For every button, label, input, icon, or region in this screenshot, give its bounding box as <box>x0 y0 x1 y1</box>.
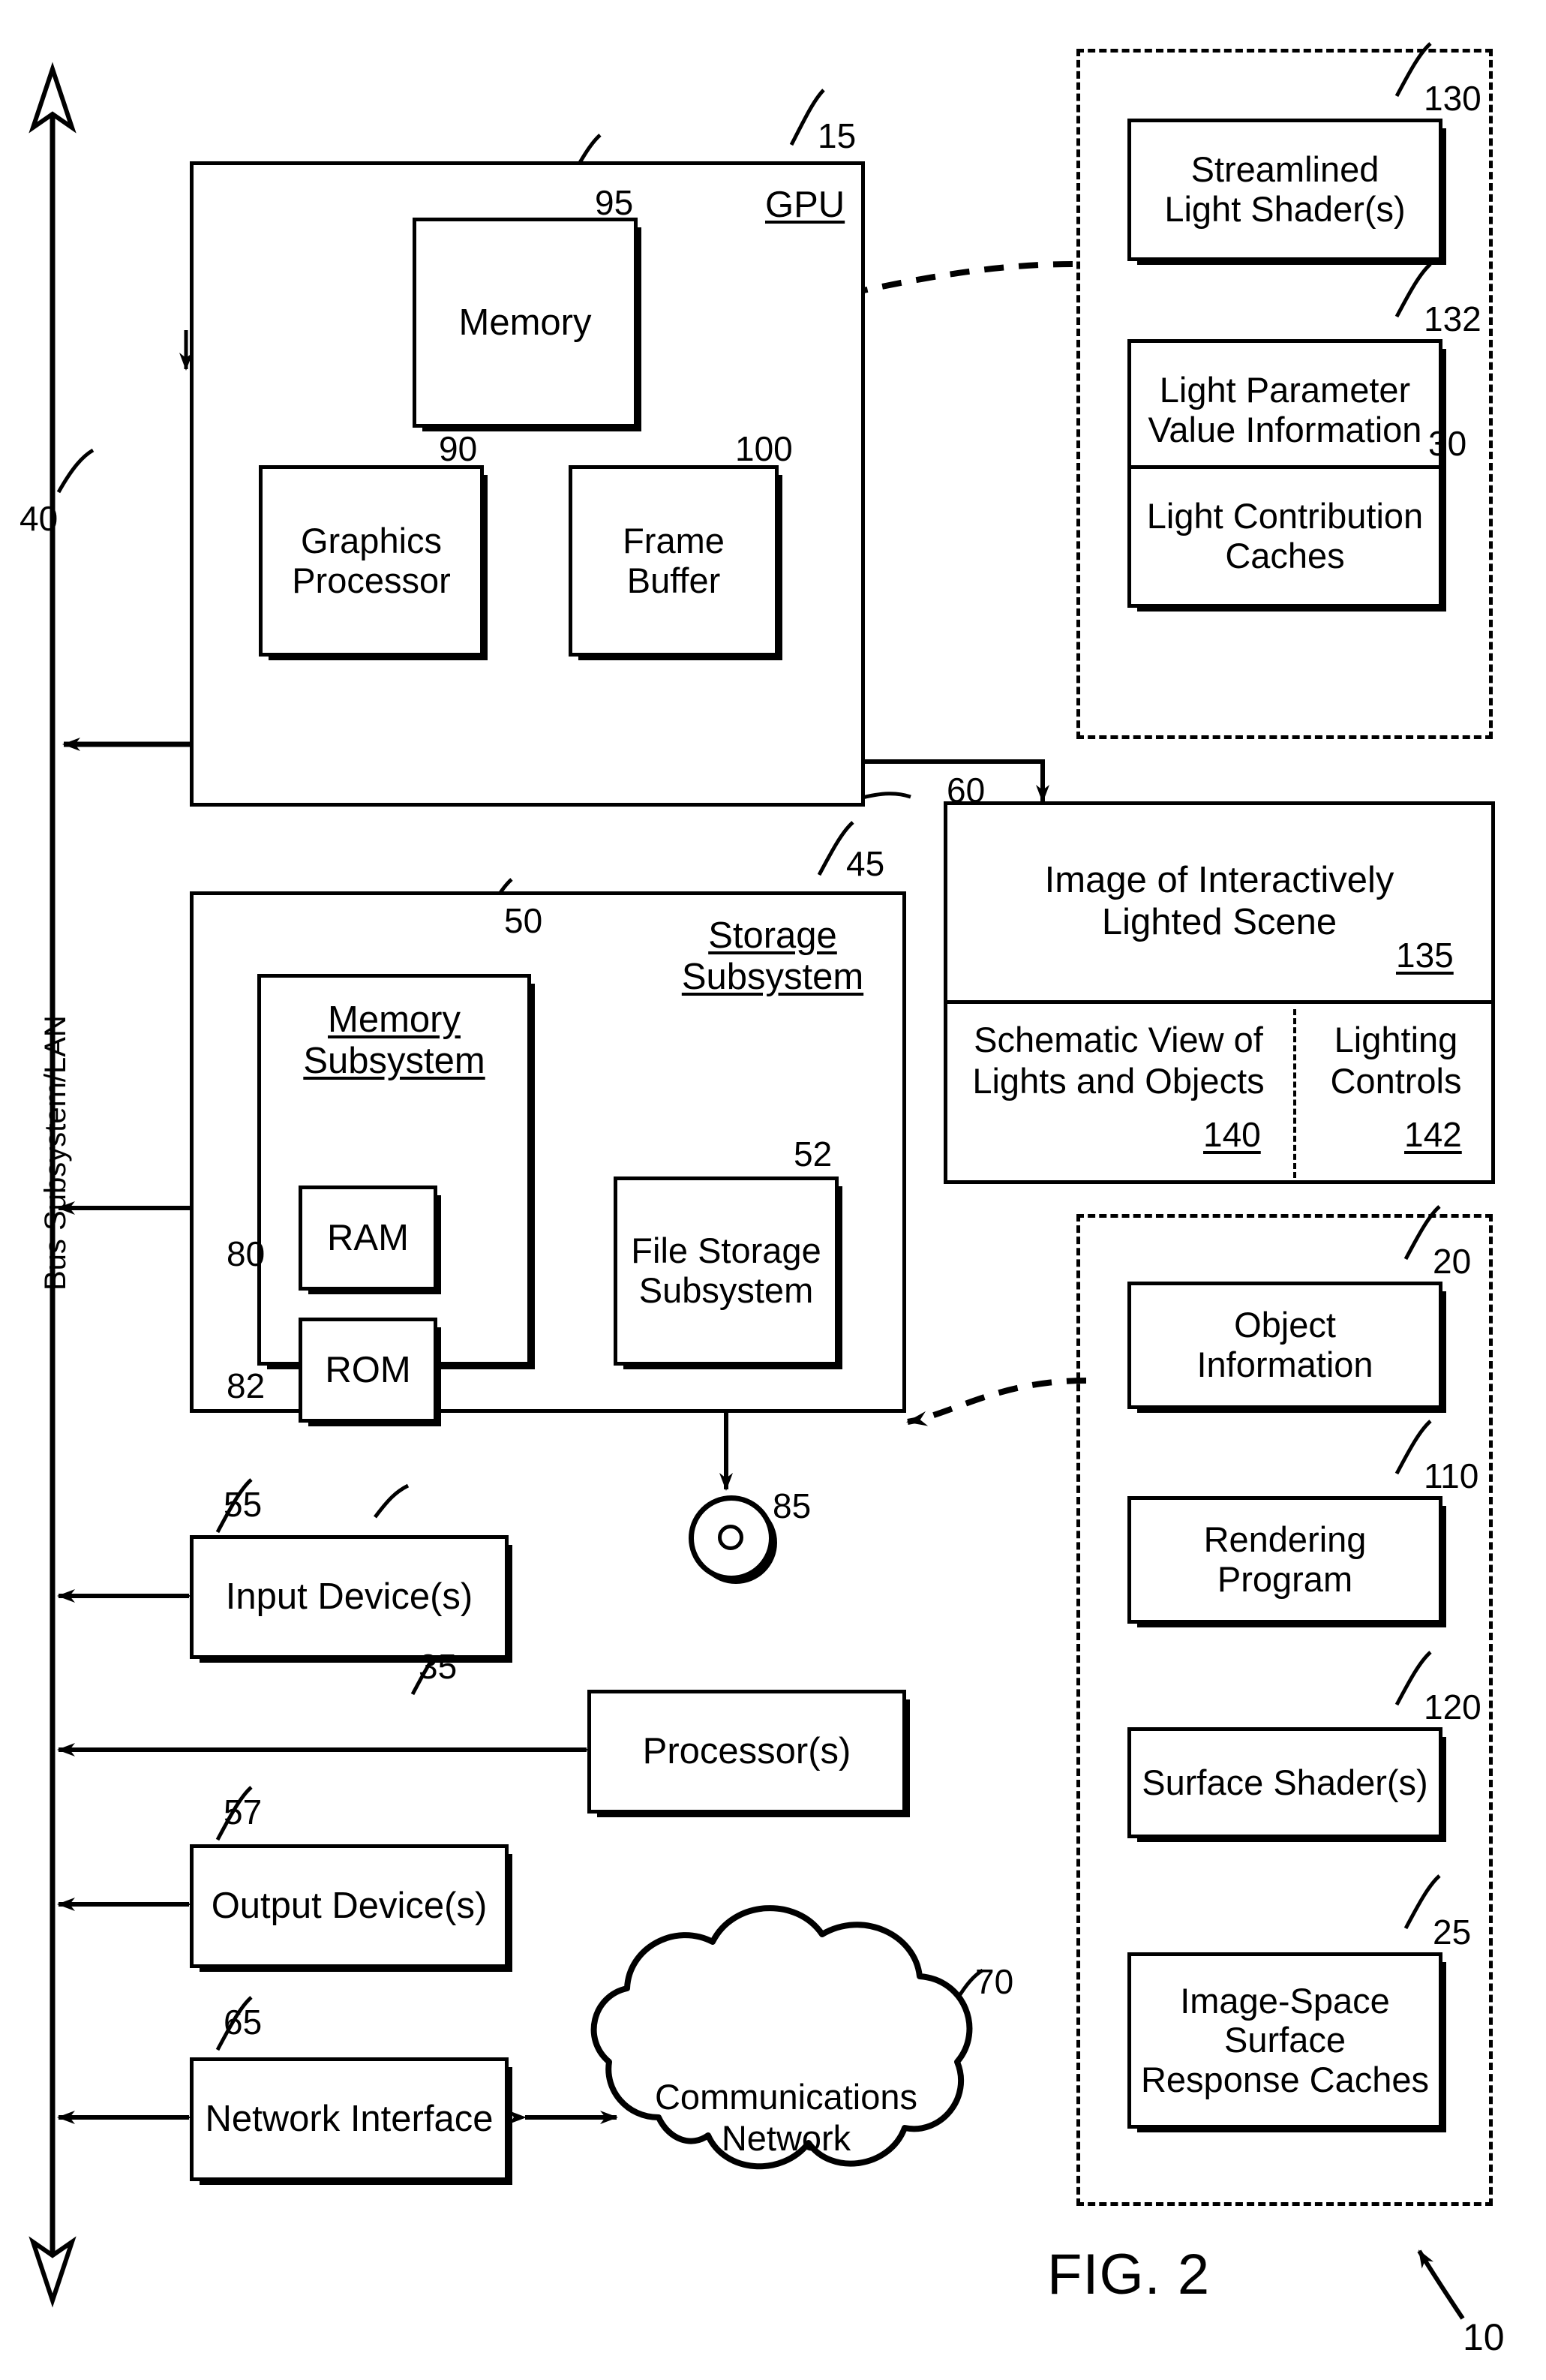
output-devices-label: Output Device(s) <box>211 1886 488 1927</box>
ref-rendering-program: 110 <box>1424 1456 1479 1495</box>
graphics-processor-label: Graphics Processor <box>292 520 451 600</box>
memory-subsystem-title: Memory Subsystem <box>303 999 485 1081</box>
lighting-controls-pane: Lighting Controls <box>1298 1011 1494 1109</box>
communications-network-label: Communications Network <box>654 2077 918 2158</box>
storage-association <box>906 1378 1087 1426</box>
ref-network-interface: 65 <box>224 2003 263 2042</box>
scene-label: Image of Interactively Lighted Scene <box>1044 859 1394 942</box>
input-devices-box: Input Device(s) <box>190 1535 509 1659</box>
file-storage-subsystem-label: File Storage Subsystem <box>631 1231 821 1310</box>
system-ref-arrow <box>1417 2249 1465 2320</box>
ref-file-storage-subsystem: 52 <box>794 1134 833 1173</box>
ram-box: RAM <box>299 1185 437 1291</box>
ref-communications-network: 70 <box>975 1962 1014 2001</box>
removable-media-hub <box>718 1525 743 1550</box>
lighting-controls-label: Lighting Controls <box>1330 1020 1462 1101</box>
graphics-processor-box: Graphics Processor <box>259 465 484 657</box>
frame-buffer-label: Frame Buffer <box>623 520 725 600</box>
output-devices-box: Output Device(s) <box>190 1844 509 1968</box>
ref-gpu: 15 <box>818 116 857 155</box>
network-interface-label: Network Interface <box>205 2099 494 2140</box>
ref-memory-subsystem: 50 <box>504 901 543 940</box>
rom-label: ROM <box>325 1349 411 1390</box>
ref-streamlined-light-shaders: 130 <box>1424 79 1481 118</box>
ref-storage-subsystem: 45 <box>846 844 885 883</box>
ref-rom: 82 <box>227 1366 266 1405</box>
ref-input-devices: 55 <box>224 1485 263 1524</box>
streamlined-light-shaders-box: Streamlined Light Shader(s) <box>1127 119 1442 261</box>
patent-figure-2: Bus Subsystem/LAN 40 15 GPU Memory 95 Gr… <box>0 0 1546 2380</box>
file-storage-subsystem-box: File Storage Subsystem <box>614 1176 839 1366</box>
surface-shaders-box: Surface Shader(s) <box>1127 1727 1442 1838</box>
input-devices-label: Input Device(s) <box>225 1576 473 1618</box>
ref-image-space-surface-response-caches: 25 <box>1433 1913 1472 1952</box>
frame-buffer-box: Frame Buffer <box>569 465 779 657</box>
panel-divider-horizontal <box>944 1000 1495 1004</box>
ref-graphics-processor: 90 <box>439 429 478 468</box>
removable-media-icon <box>689 1495 774 1581</box>
object-information-label: Object Information <box>1196 1305 1373 1384</box>
ref-output-devices: 57 <box>224 1793 263 1832</box>
processors-box: Processor(s) <box>587 1690 906 1814</box>
surface-shaders-label: Surface Shader(s) <box>1142 1762 1428 1802</box>
gpu-memory-label: Memory <box>458 302 592 343</box>
ref-scene: 135 <box>1396 936 1454 975</box>
ref-bus: 40 <box>20 499 59 538</box>
ref-system: 10 <box>1463 2316 1505 2358</box>
storage-subsystem-title: Storage Subsystem <box>681 915 864 997</box>
ref-object-information: 20 <box>1433 1242 1472 1281</box>
rendering-program-box: Rendering Program <box>1127 1496 1442 1624</box>
communications-network-label-wrap: Communications Network <box>655 2057 917 2177</box>
ref-lighting-controls: 142 <box>1404 1115 1462 1154</box>
ref-surface-shaders: 120 <box>1424 1687 1481 1726</box>
image-space-surface-response-caches-box: Image-Space Surface Response Caches <box>1127 1952 1442 2129</box>
ref-frame-buffer: 100 <box>735 429 793 468</box>
ref-schematic: 140 <box>1203 1115 1261 1154</box>
rom-box: ROM <box>299 1318 437 1423</box>
ref-processors: 35 <box>419 1647 458 1686</box>
bus-caption: Bus Subsystem/LAN <box>39 1015 72 1291</box>
schematic-label: Schematic View of Lights and Objects <box>972 1020 1265 1101</box>
ram-label: RAM <box>327 1217 409 1258</box>
light-parameter-value-info-label: Light Parameter Value Information <box>1148 370 1422 449</box>
network-interface-box: Network Interface <box>190 2057 509 2181</box>
image-space-surface-response-caches-label: Image-Space Surface Response Caches <box>1140 1980 1430 2099</box>
ref-gpu-memory: 95 <box>595 183 634 222</box>
light-contribution-caches-label: Light Contribution Caches <box>1146 496 1424 575</box>
processors-label: Processor(s) <box>642 1731 851 1772</box>
rendering-program-label: Rendering Program <box>1203 1519 1367 1599</box>
ref-removable-media: 85 <box>773 1486 812 1525</box>
schematic-pane: Schematic View of Lights and Objects <box>947 1011 1290 1109</box>
streamlined-light-shaders-label: Streamlined Light Shader(s) <box>1164 149 1406 229</box>
gpu-memory-box: Memory <box>413 218 638 428</box>
object-information-box: Object Information <box>1127 1282 1442 1409</box>
gpu-title: GPU <box>765 185 845 225</box>
light-contribution-caches-box: Light Contribution Caches <box>1127 465 1442 608</box>
panel-divider-vertical <box>1293 1009 1296 1178</box>
ref-ram: 80 <box>227 1234 266 1273</box>
ref-light-contribution-caches: 30 <box>1428 424 1467 463</box>
light-parameter-value-info-box: Light Parameter Value Information <box>1127 339 1442 482</box>
figure-caption: FIG. 2 <box>1047 2243 1211 2306</box>
ref-light-parameter-value-info: 132 <box>1424 299 1481 338</box>
